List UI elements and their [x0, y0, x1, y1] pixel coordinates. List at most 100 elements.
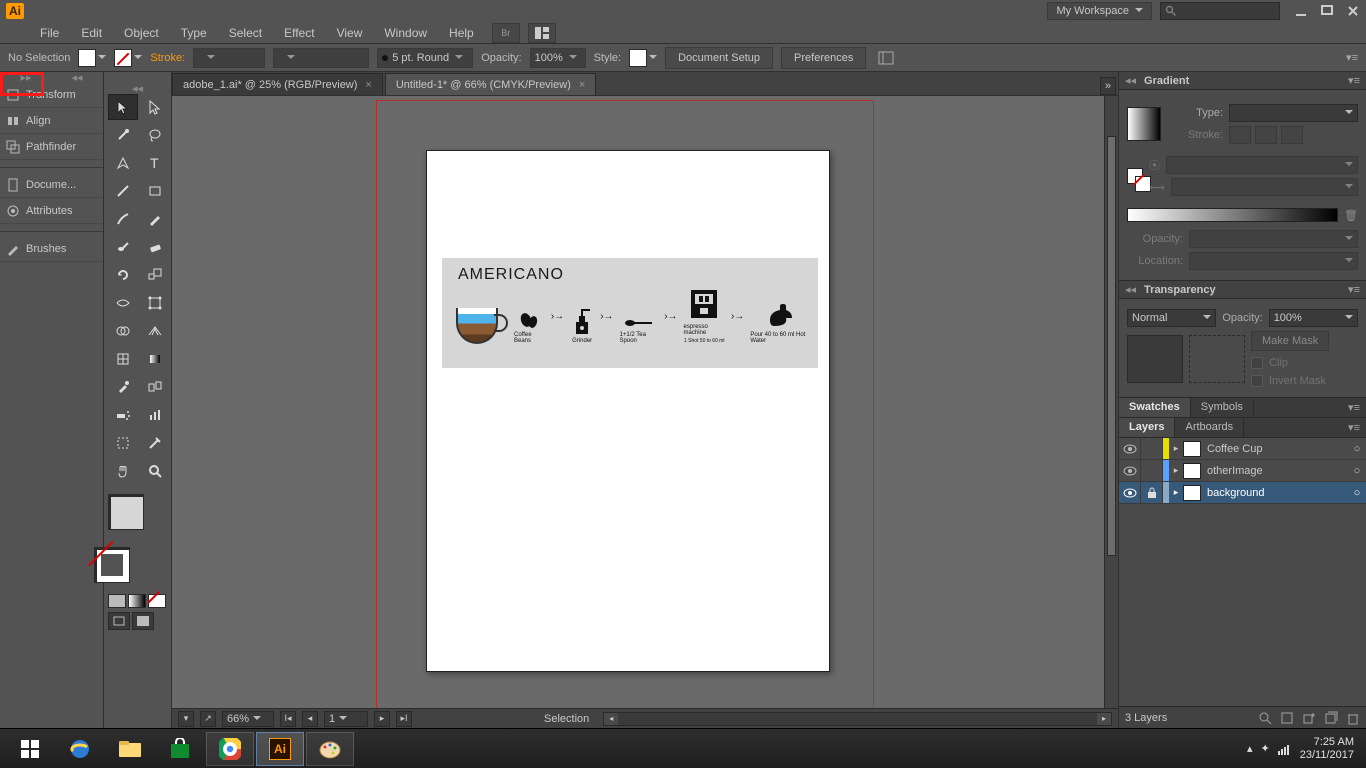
symbol-sprayer-tool[interactable] [108, 402, 138, 428]
nav-prev[interactable]: ◂ [302, 711, 318, 727]
doc-tab-1[interactable]: Untitled-1* @ 66% (CMYK/Preview)× [385, 73, 596, 95]
menu-help[interactable]: Help [439, 23, 484, 43]
taskbar-store[interactable] [156, 732, 204, 766]
clip-checkbox[interactable]: Clip [1251, 357, 1288, 369]
menu-object[interactable]: Object [114, 23, 169, 43]
invert-mask-checkbox[interactable]: Invert Mask [1251, 375, 1326, 387]
gradient-stroke-options[interactable] [1229, 126, 1303, 144]
horizontal-scrollbar[interactable]: ◂▸ [603, 712, 1112, 726]
locate-layer-icon[interactable] [1258, 711, 1272, 725]
taskbar-illustrator[interactable]: Ai [256, 732, 304, 766]
stop-location[interactable] [1189, 252, 1358, 270]
align-to-button[interactable] [874, 48, 898, 68]
scale-tool[interactable] [140, 262, 170, 288]
taskbar-explorer[interactable] [106, 732, 154, 766]
lock-toggle[interactable] [1141, 438, 1163, 459]
tab-symbols[interactable]: Symbols [1191, 398, 1254, 417]
disclosure-icon[interactable]: ▸ [1169, 465, 1183, 476]
preferences-button[interactable]: Preferences [781, 47, 866, 69]
rectangle-tool[interactable] [140, 178, 170, 204]
lock-toggle[interactable] [1141, 460, 1163, 481]
layer-row[interactable]: ▸ background ○ [1119, 482, 1366, 504]
layer-row[interactable]: ▸ otherImage ○ [1119, 460, 1366, 482]
menu-edit[interactable]: Edit [71, 23, 112, 43]
stroke-indicator[interactable] [94, 547, 130, 583]
gradient-preview[interactable] [1127, 107, 1161, 141]
panel-align[interactable]: Align [0, 108, 103, 134]
panel-transform[interactable]: Transform [0, 82, 103, 108]
stroke-weight[interactable] [193, 48, 265, 68]
zoom-level[interactable]: 66% [222, 711, 274, 727]
close-tab-icon[interactable]: × [579, 79, 585, 91]
close-button[interactable] [1340, 2, 1366, 20]
maximize-button[interactable] [1314, 2, 1340, 20]
opacity-field[interactable]: 100% [530, 48, 586, 68]
nav-last[interactable]: ▸I [396, 711, 412, 727]
arrange-documents-button[interactable] [528, 23, 556, 43]
lasso-tool[interactable] [140, 122, 170, 148]
menu-select[interactable]: Select [219, 23, 272, 43]
dock-grip[interactable]: ▸▸◂◂ [0, 72, 103, 82]
menu-window[interactable]: Window [374, 23, 437, 43]
none-mode[interactable] [148, 594, 166, 608]
line-tool[interactable] [108, 178, 138, 204]
layers-menu-icon[interactable]: ▾≡ [1342, 418, 1366, 437]
swatches-menu-icon[interactable]: ▾≡ [1342, 398, 1366, 417]
clipping-mask-icon[interactable] [1280, 711, 1294, 725]
rotate-tool[interactable] [108, 262, 138, 288]
gradient-header[interactable]: ◂◂Gradient▾≡ [1119, 72, 1366, 90]
tab-artboards[interactable]: Artboards [1175, 418, 1244, 437]
stop-opacity[interactable] [1189, 230, 1358, 248]
visibility-toggle[interactable] [1119, 482, 1141, 503]
workspace-switcher[interactable]: My Workspace [1047, 2, 1152, 20]
blend-mode[interactable]: Normal [1127, 309, 1216, 327]
new-sublayer-icon[interactable] [1302, 711, 1316, 725]
artboard-number[interactable]: 1 [324, 711, 368, 727]
menu-file[interactable]: File [30, 23, 69, 43]
transparency-opacity[interactable]: 100% [1269, 309, 1358, 327]
variable-width-profile[interactable] [273, 48, 369, 68]
taskbar-paint[interactable] [306, 732, 354, 766]
perspective-grid-tool[interactable] [140, 318, 170, 344]
panel-pathfinder[interactable]: Pathfinder [0, 134, 103, 160]
gradient-ratio[interactable] [1171, 178, 1358, 196]
tray-chevron-icon[interactable]: ▴ [1247, 742, 1253, 755]
visibility-toggle[interactable] [1119, 460, 1141, 481]
tray-network-icon[interactable] [1278, 743, 1292, 755]
menu-view[interactable]: View [327, 23, 373, 43]
gradient-ramp[interactable] [1127, 208, 1338, 222]
zoom-tool[interactable] [140, 458, 170, 484]
normal-screen[interactable] [108, 612, 130, 630]
gradient-angle[interactable] [1166, 156, 1358, 174]
panel-attributes[interactable]: Attributes [0, 198, 103, 224]
menu-type[interactable]: Type [171, 23, 217, 43]
layer-name[interactable]: background [1201, 487, 1348, 499]
canvas[interactable]: AMERICANO Coffee Beans ›→ Grinder ›→ [172, 96, 1104, 708]
eyedropper-tool[interactable] [108, 374, 138, 400]
start-button[interactable] [6, 732, 54, 766]
document-setup-button[interactable]: Document Setup [665, 47, 773, 69]
lock-toggle[interactable] [1141, 482, 1163, 503]
direct-selection-tool[interactable] [140, 94, 170, 120]
fill-stroke-indicator[interactable] [104, 488, 171, 592]
stroke-swatch[interactable] [114, 49, 132, 67]
target-icon[interactable]: ○ [1348, 487, 1366, 499]
disclosure-icon[interactable]: ▸ [1169, 443, 1183, 454]
first-artboard[interactable]: ▾ [178, 711, 194, 727]
slice-tool[interactable] [140, 430, 170, 456]
gradient-tool[interactable] [140, 346, 170, 372]
mesh-tool[interactable] [108, 346, 138, 372]
blend-tool[interactable] [140, 374, 170, 400]
control-menu-icon[interactable]: ▾≡ [1346, 51, 1358, 64]
panel-brushes[interactable]: Brushes [0, 236, 103, 262]
doc-tab-0[interactable]: adobe_1.ai* @ 25% (RGB/Preview)× [172, 73, 383, 95]
eraser-tool[interactable] [140, 234, 170, 260]
layer-name[interactable]: Coffee Cup [1201, 443, 1348, 455]
bridge-button[interactable]: Br [492, 23, 520, 43]
taskbar-chrome[interactable] [206, 732, 254, 766]
brush-definition[interactable]: 5 pt. Round [377, 48, 473, 68]
new-layer-icon[interactable] [1324, 711, 1338, 725]
close-tab-icon[interactable]: × [365, 79, 371, 91]
mask-target[interactable] [1189, 335, 1245, 383]
tab-scroll[interactable]: » [1100, 77, 1116, 95]
